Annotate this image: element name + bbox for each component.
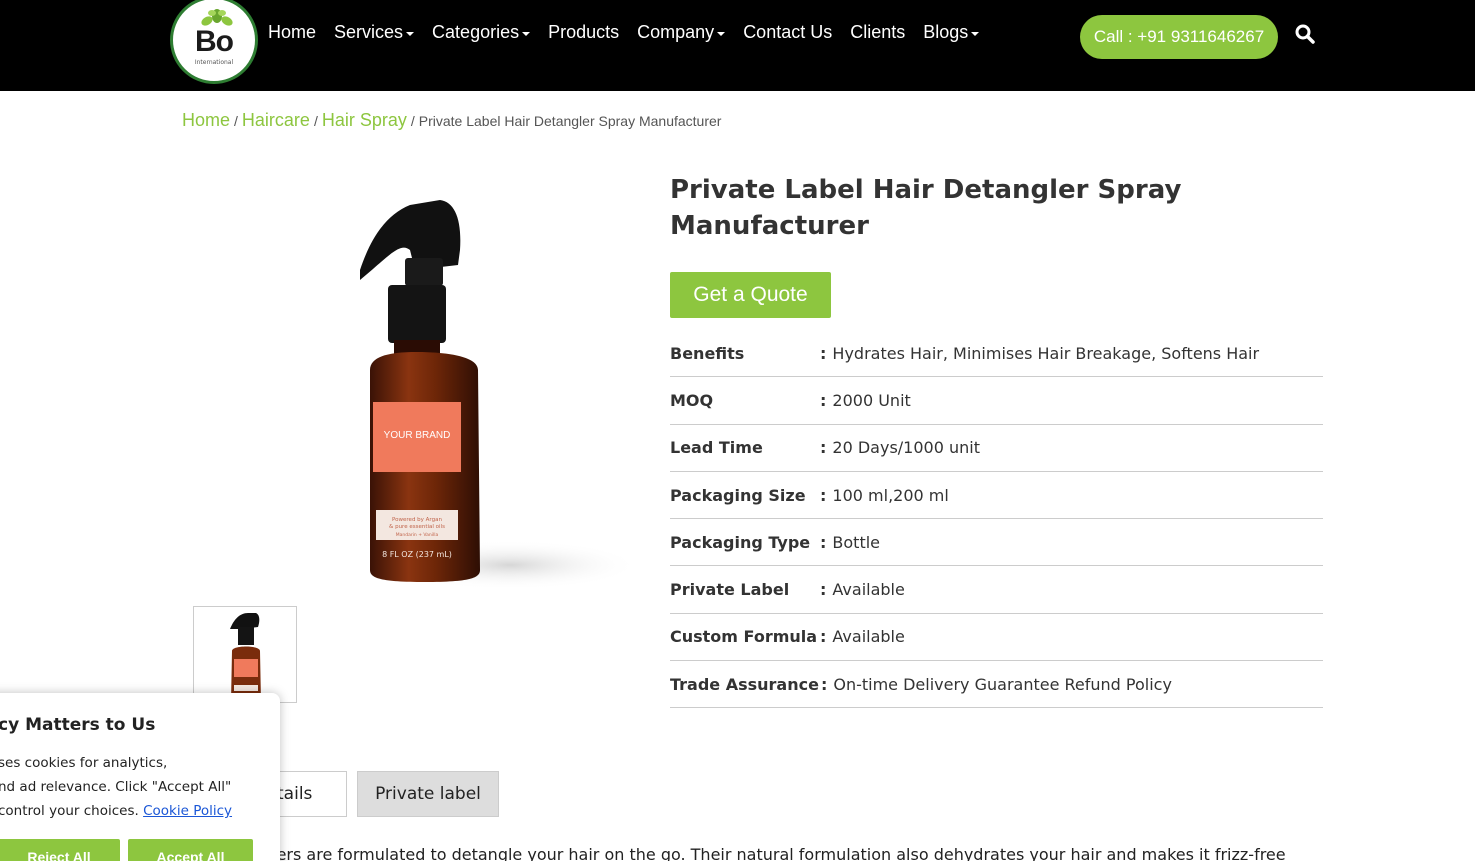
spec-label: Custom Formula bbox=[670, 627, 818, 647]
spec-label: Benefits bbox=[670, 343, 745, 363]
cookie-title: cy Matters to Us bbox=[0, 715, 156, 735]
spec-value: 100 ml,200 ml bbox=[832, 485, 949, 505]
cookie-line: control your choices. Cookie Policy bbox=[0, 799, 258, 823]
nav-company-label: Company bbox=[637, 22, 715, 42]
product-description: ulers are formulated to detangle your ha… bbox=[262, 845, 1286, 861]
spec-label: Packaging Type bbox=[670, 532, 811, 552]
label-volume: 8 FL OZ (237 mL) bbox=[382, 550, 452, 559]
spec-colon: : bbox=[820, 343, 827, 363]
spec-row-packaging-size: Packaging Size:100 ml,200 ml bbox=[670, 472, 1323, 520]
cookie-line: nd ad relevance. Click "Accept All" bbox=[0, 779, 232, 795]
logo-subtext: International bbox=[194, 59, 234, 66]
tab-private-label[interactable]: Private label bbox=[357, 771, 499, 817]
spec-row-custom-formula: Custom Formula: Available bbox=[670, 614, 1323, 662]
nav-categories[interactable]: Categories bbox=[432, 22, 531, 43]
spec-value: 2000 Unit bbox=[832, 390, 911, 410]
spec-value: 20 Days/1000 unit bbox=[832, 438, 980, 458]
spec-row-trade-assurance: Trade Assurance: On-time Delivery Guarant… bbox=[670, 661, 1323, 709]
label-line3: Mandarin + Vanilla bbox=[396, 532, 439, 538]
call-button[interactable]: Call : +91 9311646267 bbox=[1080, 15, 1278, 59]
breadcrumb-current: Private Label Hair Detangler Spray Manuf… bbox=[418, 113, 722, 129]
spec-label: MOQ bbox=[670, 390, 714, 410]
nav-blogs-label: Blogs bbox=[923, 22, 969, 42]
nav-home[interactable]: Home bbox=[268, 22, 316, 43]
nav-services-label: Services bbox=[334, 22, 404, 42]
spec-value: Available bbox=[832, 627, 905, 647]
nav-contact-us-label: Contact Us bbox=[743, 22, 833, 42]
spec-row-benefits: Benefits: Hydrates Hair, Minimises Hair B… bbox=[670, 330, 1323, 378]
spec-value: Bottle bbox=[832, 532, 881, 552]
label-brand: YOUR BRAND bbox=[384, 430, 451, 441]
nav-home-label: Home bbox=[268, 22, 317, 42]
spec-row-packaging-type: Packaging Type: Bottle bbox=[670, 519, 1323, 567]
cookie-policy-link[interactable]: Cookie Policy bbox=[143, 803, 232, 819]
product-title: Private Label Hair Detangler Spray Manuf… bbox=[670, 175, 1182, 241]
tab-private-label-text: Private label bbox=[375, 784, 481, 804]
label-line1: Powered by Argan bbox=[392, 517, 442, 523]
site-header: Bo International Home Services Categorie… bbox=[0, 0, 1475, 91]
breadcrumb-haircare[interactable]: Haircare bbox=[242, 110, 310, 131]
spec-value: On-time Delivery Guarantee Refund Policy bbox=[833, 674, 1172, 694]
nav-contact-us[interactable]: Contact Us bbox=[743, 22, 832, 43]
main-nav: Home Services Categories Products Compan… bbox=[268, 22, 997, 43]
caret-down-icon bbox=[971, 32, 980, 36]
caret-down-icon bbox=[717, 32, 726, 36]
nav-blogs[interactable]: Blogs bbox=[923, 22, 980, 43]
nav-products-label: Products bbox=[548, 22, 620, 42]
nav-products[interactable]: Products bbox=[548, 22, 619, 43]
reject-all-button[interactable]: Reject All bbox=[0, 839, 120, 861]
thumbnail-bottle-icon bbox=[230, 613, 261, 702]
search-icon[interactable] bbox=[1295, 24, 1315, 44]
get-quote-button[interactable]: Get a Quote bbox=[670, 272, 831, 318]
breadcrumb-separator: / bbox=[234, 113, 238, 129]
nav-clients-label: Clients bbox=[850, 22, 906, 42]
spec-table: Benefits: Hydrates Hair, Minimises Hair B… bbox=[670, 330, 1323, 709]
spec-colon: : bbox=[820, 674, 828, 694]
spec-label: Lead Time bbox=[670, 438, 763, 458]
spec-value: Hydrates Hair, Minimises Hair Breakage, … bbox=[832, 343, 1260, 363]
spec-colon: : bbox=[820, 438, 827, 458]
breadcrumb-separator: / bbox=[410, 113, 415, 129]
cookie-line-text: control your choices. bbox=[0, 803, 139, 819]
spec-colon: : bbox=[820, 627, 827, 647]
caret-down-icon bbox=[522, 32, 531, 36]
spec-row-lead-time: Lead Time:20 Days/1000 unit bbox=[670, 425, 1323, 472]
cookie-text: ses cookies for analytics, nd ad relevan… bbox=[0, 751, 258, 823]
cookie-line: ses cookies for analytics, bbox=[0, 755, 168, 771]
accept-all-button[interactable]: Accept All bbox=[128, 839, 253, 861]
spec-row-private-label: Private Label: Available bbox=[670, 566, 1323, 614]
spec-colon: : bbox=[820, 485, 827, 505]
spec-label: Packaging Size bbox=[670, 485, 806, 505]
spec-label: Private Label bbox=[670, 580, 790, 600]
spec-colon: : bbox=[820, 580, 827, 600]
breadcrumb-home[interactable]: Home bbox=[182, 110, 230, 131]
breadcrumb-hair-spray[interactable]: Hair Spray bbox=[322, 110, 407, 131]
product-image[interactable]: YOUR BRAND Powered by Argan & pure essen… bbox=[300, 180, 640, 600]
label-line2: & pure essential oils bbox=[389, 524, 445, 530]
site-logo[interactable]: Bo International bbox=[170, 0, 258, 84]
spec-row-moq: MOQ:2000 Unit bbox=[670, 377, 1323, 425]
nav-clients[interactable]: Clients bbox=[850, 22, 905, 43]
breadcrumb: Home / Haircare / Hair Spray / Private L… bbox=[182, 110, 721, 131]
spec-colon: : bbox=[820, 532, 827, 552]
spec-value: Available bbox=[832, 580, 905, 600]
nav-categories-label: Categories bbox=[432, 22, 520, 42]
breadcrumb-separator: / bbox=[313, 113, 318, 129]
cookie-consent-popup: cy Matters to Us ses cookies for analyti… bbox=[0, 693, 280, 861]
product-thumbnail[interactable] bbox=[193, 606, 297, 703]
spec-colon: : bbox=[820, 390, 827, 410]
spec-label: Trade Assurance bbox=[670, 674, 819, 694]
logo-text: Bo bbox=[195, 25, 234, 58]
nav-company[interactable]: Company bbox=[637, 22, 726, 43]
nav-services[interactable]: Services bbox=[334, 22, 415, 43]
caret-down-icon bbox=[406, 32, 415, 36]
